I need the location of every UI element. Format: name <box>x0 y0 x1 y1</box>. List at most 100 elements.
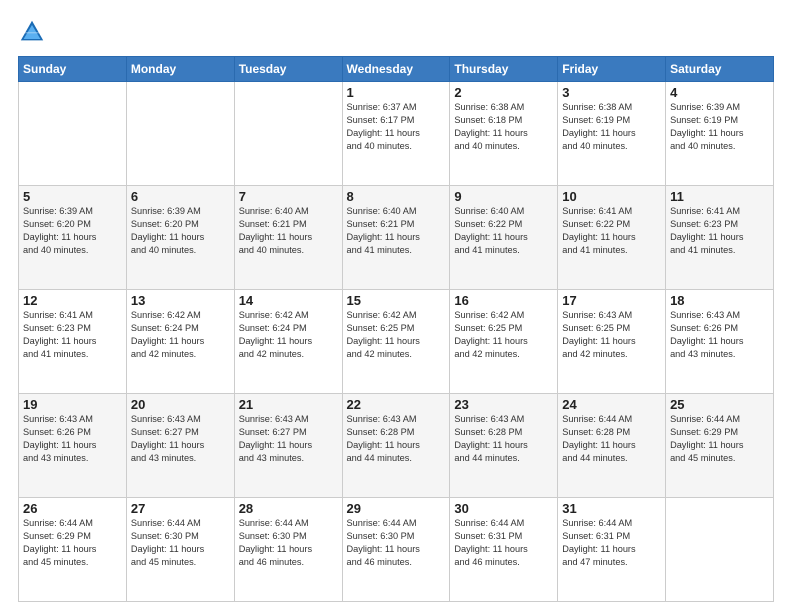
day-info: Sunrise: 6:43 AM Sunset: 6:25 PM Dayligh… <box>562 309 661 361</box>
col-header-wednesday: Wednesday <box>342 57 450 82</box>
day-number: 7 <box>239 189 338 204</box>
calendar-cell: 3Sunrise: 6:38 AM Sunset: 6:19 PM Daylig… <box>558 82 666 186</box>
day-number: 20 <box>131 397 230 412</box>
day-number: 15 <box>347 293 446 308</box>
day-info: Sunrise: 6:39 AM Sunset: 6:19 PM Dayligh… <box>670 101 769 153</box>
day-info: Sunrise: 6:38 AM Sunset: 6:18 PM Dayligh… <box>454 101 553 153</box>
day-number: 27 <box>131 501 230 516</box>
calendar-cell: 10Sunrise: 6:41 AM Sunset: 6:22 PM Dayli… <box>558 186 666 290</box>
day-info: Sunrise: 6:42 AM Sunset: 6:25 PM Dayligh… <box>347 309 446 361</box>
day-info: Sunrise: 6:44 AM Sunset: 6:28 PM Dayligh… <box>562 413 661 465</box>
day-number: 3 <box>562 85 661 100</box>
calendar-cell: 1Sunrise: 6:37 AM Sunset: 6:17 PM Daylig… <box>342 82 450 186</box>
day-number: 23 <box>454 397 553 412</box>
calendar-week-4: 19Sunrise: 6:43 AM Sunset: 6:26 PM Dayli… <box>19 394 774 498</box>
calendar-cell: 18Sunrise: 6:43 AM Sunset: 6:26 PM Dayli… <box>666 290 774 394</box>
day-number: 5 <box>23 189 122 204</box>
calendar-cell: 8Sunrise: 6:40 AM Sunset: 6:21 PM Daylig… <box>342 186 450 290</box>
day-number: 12 <box>23 293 122 308</box>
day-number: 21 <box>239 397 338 412</box>
calendar-cell: 16Sunrise: 6:42 AM Sunset: 6:25 PM Dayli… <box>450 290 558 394</box>
calendar-cell: 23Sunrise: 6:43 AM Sunset: 6:28 PM Dayli… <box>450 394 558 498</box>
calendar-cell: 13Sunrise: 6:42 AM Sunset: 6:24 PM Dayli… <box>126 290 234 394</box>
day-number: 18 <box>670 293 769 308</box>
day-info: Sunrise: 6:39 AM Sunset: 6:20 PM Dayligh… <box>23 205 122 257</box>
calendar-cell: 11Sunrise: 6:41 AM Sunset: 6:23 PM Dayli… <box>666 186 774 290</box>
day-info: Sunrise: 6:40 AM Sunset: 6:21 PM Dayligh… <box>347 205 446 257</box>
day-info: Sunrise: 6:41 AM Sunset: 6:22 PM Dayligh… <box>562 205 661 257</box>
day-info: Sunrise: 6:44 AM Sunset: 6:29 PM Dayligh… <box>23 517 122 569</box>
calendar-cell: 28Sunrise: 6:44 AM Sunset: 6:30 PM Dayli… <box>234 498 342 602</box>
day-number: 17 <box>562 293 661 308</box>
col-header-friday: Friday <box>558 57 666 82</box>
col-header-tuesday: Tuesday <box>234 57 342 82</box>
calendar-week-5: 26Sunrise: 6:44 AM Sunset: 6:29 PM Dayli… <box>19 498 774 602</box>
col-header-saturday: Saturday <box>666 57 774 82</box>
day-number: 19 <box>23 397 122 412</box>
header <box>18 18 774 46</box>
calendar-cell <box>126 82 234 186</box>
calendar-cell: 27Sunrise: 6:44 AM Sunset: 6:30 PM Dayli… <box>126 498 234 602</box>
col-header-sunday: Sunday <box>19 57 127 82</box>
day-number: 29 <box>347 501 446 516</box>
day-number: 31 <box>562 501 661 516</box>
day-info: Sunrise: 6:44 AM Sunset: 6:30 PM Dayligh… <box>347 517 446 569</box>
calendar-table: SundayMondayTuesdayWednesdayThursdayFrid… <box>18 56 774 602</box>
calendar-cell: 5Sunrise: 6:39 AM Sunset: 6:20 PM Daylig… <box>19 186 127 290</box>
calendar-week-1: 1Sunrise: 6:37 AM Sunset: 6:17 PM Daylig… <box>19 82 774 186</box>
day-info: Sunrise: 6:43 AM Sunset: 6:28 PM Dayligh… <box>347 413 446 465</box>
day-number: 14 <box>239 293 338 308</box>
day-info: Sunrise: 6:43 AM Sunset: 6:28 PM Dayligh… <box>454 413 553 465</box>
day-number: 28 <box>239 501 338 516</box>
calendar-header-row: SundayMondayTuesdayWednesdayThursdayFrid… <box>19 57 774 82</box>
calendar-cell: 15Sunrise: 6:42 AM Sunset: 6:25 PM Dayli… <box>342 290 450 394</box>
calendar-cell <box>666 498 774 602</box>
calendar-cell: 12Sunrise: 6:41 AM Sunset: 6:23 PM Dayli… <box>19 290 127 394</box>
calendar-cell: 22Sunrise: 6:43 AM Sunset: 6:28 PM Dayli… <box>342 394 450 498</box>
col-header-thursday: Thursday <box>450 57 558 82</box>
day-number: 22 <box>347 397 446 412</box>
calendar-cell: 17Sunrise: 6:43 AM Sunset: 6:25 PM Dayli… <box>558 290 666 394</box>
day-info: Sunrise: 6:44 AM Sunset: 6:29 PM Dayligh… <box>670 413 769 465</box>
day-number: 13 <box>131 293 230 308</box>
calendar-cell: 9Sunrise: 6:40 AM Sunset: 6:22 PM Daylig… <box>450 186 558 290</box>
day-number: 30 <box>454 501 553 516</box>
calendar-week-3: 12Sunrise: 6:41 AM Sunset: 6:23 PM Dayli… <box>19 290 774 394</box>
day-number: 16 <box>454 293 553 308</box>
day-info: Sunrise: 6:38 AM Sunset: 6:19 PM Dayligh… <box>562 101 661 153</box>
day-info: Sunrise: 6:42 AM Sunset: 6:24 PM Dayligh… <box>239 309 338 361</box>
day-number: 26 <box>23 501 122 516</box>
day-info: Sunrise: 6:40 AM Sunset: 6:21 PM Dayligh… <box>239 205 338 257</box>
calendar-cell: 29Sunrise: 6:44 AM Sunset: 6:30 PM Dayli… <box>342 498 450 602</box>
calendar-cell: 30Sunrise: 6:44 AM Sunset: 6:31 PM Dayli… <box>450 498 558 602</box>
day-number: 24 <box>562 397 661 412</box>
day-info: Sunrise: 6:44 AM Sunset: 6:31 PM Dayligh… <box>454 517 553 569</box>
logo-icon <box>18 18 46 46</box>
day-info: Sunrise: 6:42 AM Sunset: 6:25 PM Dayligh… <box>454 309 553 361</box>
calendar-cell: 26Sunrise: 6:44 AM Sunset: 6:29 PM Dayli… <box>19 498 127 602</box>
day-number: 2 <box>454 85 553 100</box>
day-info: Sunrise: 6:41 AM Sunset: 6:23 PM Dayligh… <box>670 205 769 257</box>
day-number: 1 <box>347 85 446 100</box>
calendar-cell: 24Sunrise: 6:44 AM Sunset: 6:28 PM Dayli… <box>558 394 666 498</box>
day-info: Sunrise: 6:43 AM Sunset: 6:26 PM Dayligh… <box>23 413 122 465</box>
calendar-cell: 4Sunrise: 6:39 AM Sunset: 6:19 PM Daylig… <box>666 82 774 186</box>
calendar-cell <box>234 82 342 186</box>
calendar-cell <box>19 82 127 186</box>
calendar-cell: 7Sunrise: 6:40 AM Sunset: 6:21 PM Daylig… <box>234 186 342 290</box>
day-info: Sunrise: 6:42 AM Sunset: 6:24 PM Dayligh… <box>131 309 230 361</box>
calendar-cell: 19Sunrise: 6:43 AM Sunset: 6:26 PM Dayli… <box>19 394 127 498</box>
calendar-cell: 14Sunrise: 6:42 AM Sunset: 6:24 PM Dayli… <box>234 290 342 394</box>
day-number: 11 <box>670 189 769 204</box>
day-info: Sunrise: 6:41 AM Sunset: 6:23 PM Dayligh… <box>23 309 122 361</box>
day-info: Sunrise: 6:44 AM Sunset: 6:31 PM Dayligh… <box>562 517 661 569</box>
calendar-cell: 25Sunrise: 6:44 AM Sunset: 6:29 PM Dayli… <box>666 394 774 498</box>
day-number: 25 <box>670 397 769 412</box>
day-number: 9 <box>454 189 553 204</box>
logo <box>18 18 50 46</box>
col-header-monday: Monday <box>126 57 234 82</box>
day-number: 4 <box>670 85 769 100</box>
calendar-cell: 31Sunrise: 6:44 AM Sunset: 6:31 PM Dayli… <box>558 498 666 602</box>
day-info: Sunrise: 6:44 AM Sunset: 6:30 PM Dayligh… <box>239 517 338 569</box>
day-info: Sunrise: 6:39 AM Sunset: 6:20 PM Dayligh… <box>131 205 230 257</box>
